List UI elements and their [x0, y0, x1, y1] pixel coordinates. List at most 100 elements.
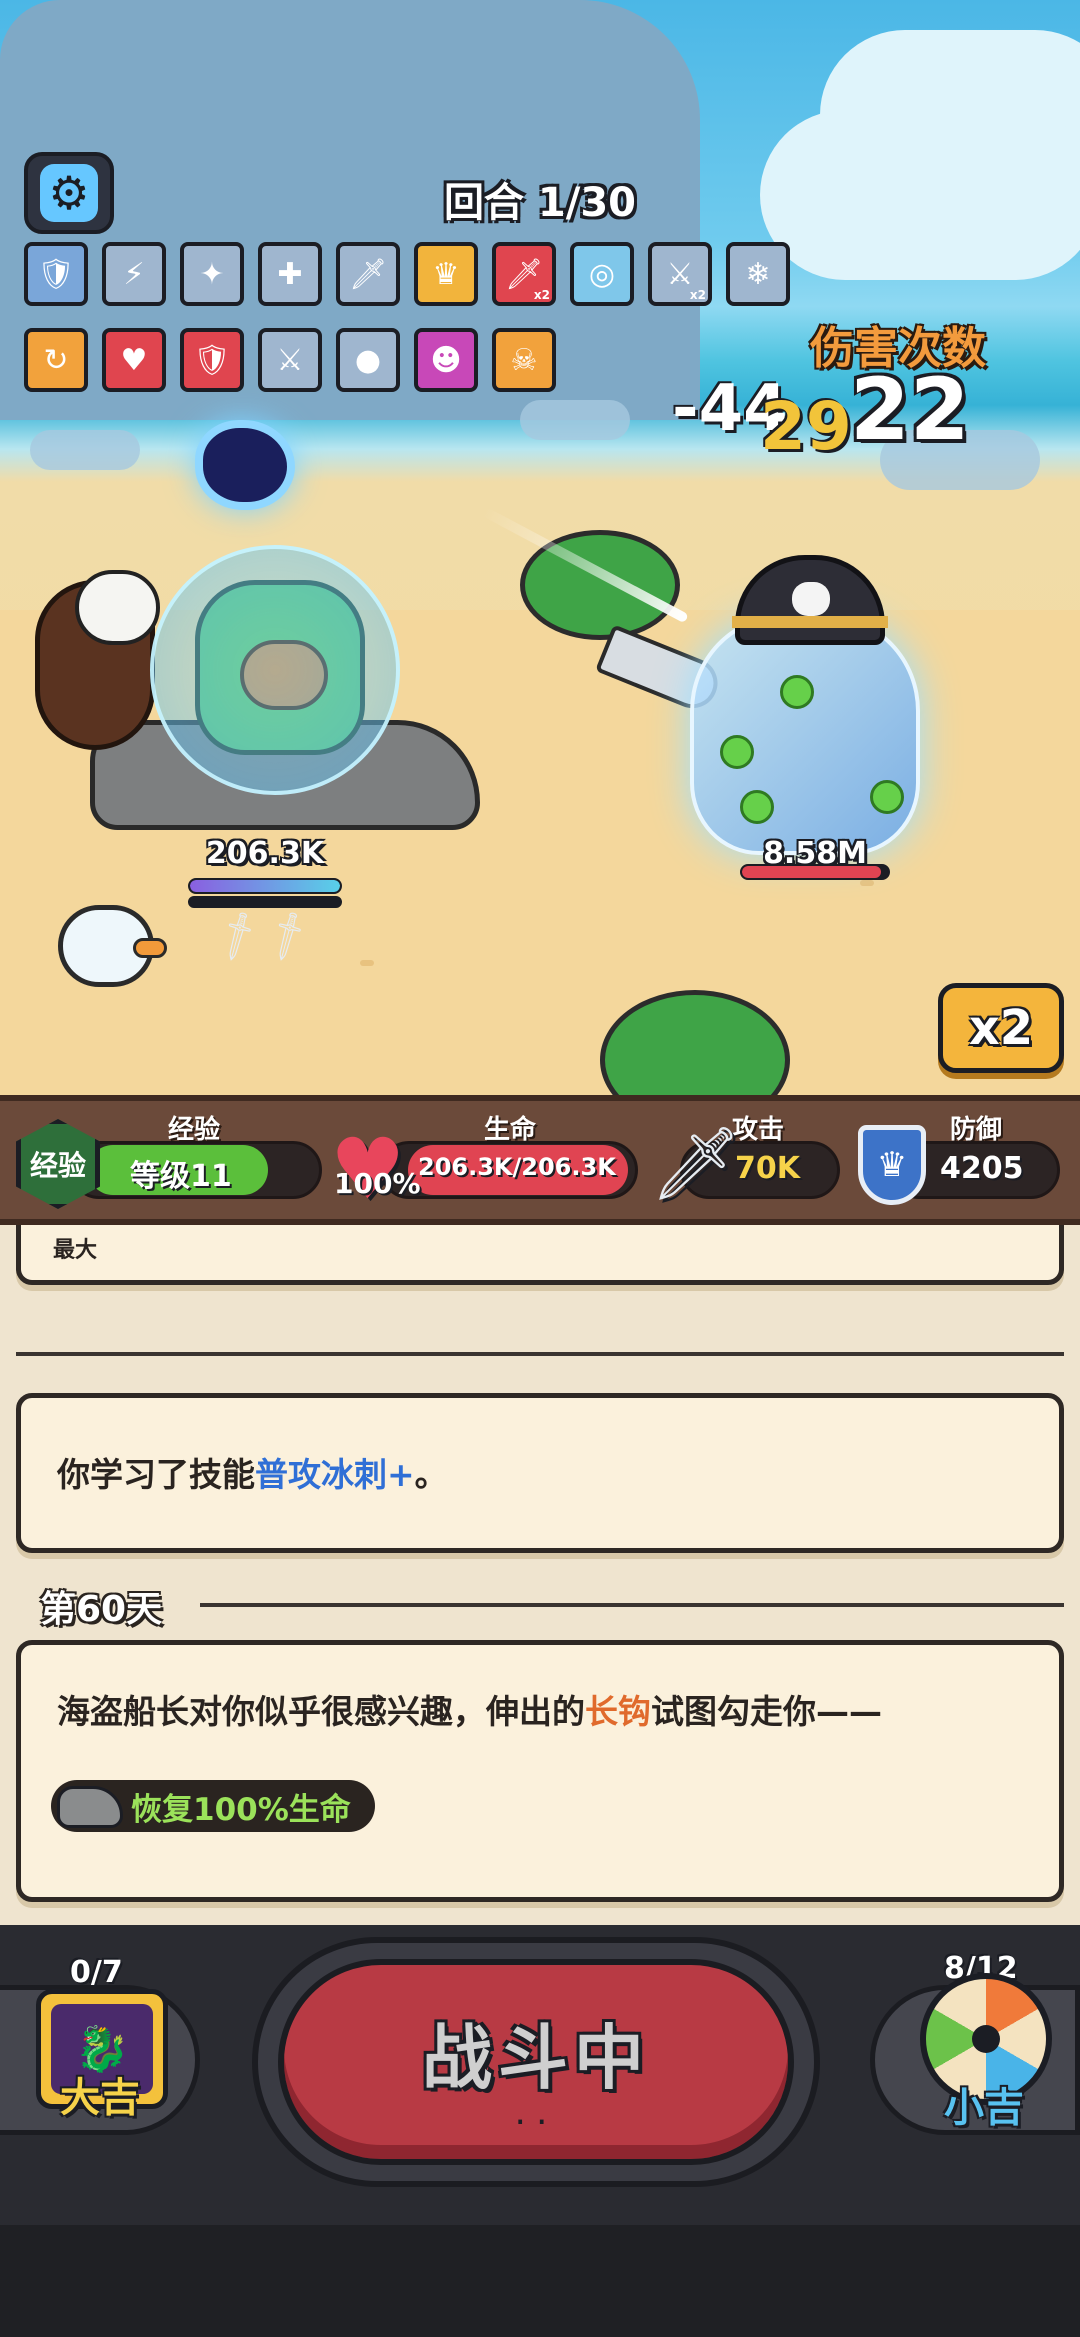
- sword-plus-icon[interactable]: ✚: [258, 242, 322, 306]
- bottom-strip: [0, 2225, 1080, 2337]
- hp-value: 206.3K/206.3K: [418, 1153, 616, 1181]
- skill-icons-row-1: 🛡 ⚡ ✦ ✚ 🗡 ♛ 🗡 x2 ◎ ⚔ x2 ❄: [24, 242, 790, 306]
- player-energy-bar: [188, 896, 342, 908]
- fight-button[interactable]: 战斗中 ..: [278, 1959, 794, 2165]
- sword-icon: 🗡: [650, 1121, 742, 1205]
- skill-glyph: ☠: [510, 342, 538, 378]
- left-luck-label: 大吉: [60, 2075, 140, 2121]
- sword-skull-icon[interactable]: ☠: [492, 328, 556, 392]
- sword-spin-icon[interactable]: ↻: [24, 328, 88, 392]
- item-highlight: 长钩: [585, 1692, 651, 1731]
- day-label: 第60天: [40, 1589, 163, 1630]
- log-entry-text: 你学习了技能普攻冰刺+。: [57, 1448, 448, 1496]
- fight-label: 战斗中: [422, 2016, 650, 2099]
- bird-beak: [133, 938, 167, 958]
- skill-glyph: ✚: [277, 256, 303, 292]
- skill-glyph: ☻: [430, 342, 462, 378]
- sword-ice-icon[interactable]: ❄: [726, 242, 790, 306]
- hat-band: [732, 616, 888, 628]
- player-hp-bar: [188, 878, 342, 894]
- skill-glyph: ✦: [199, 256, 225, 292]
- event-log[interactable]: 最大 你学习了技能普攻冰刺+。 第60天 海盗船长对你似乎很感兴趣，伸出的长钩试…: [0, 1225, 1080, 1925]
- player-hp-fill: [190, 880, 340, 892]
- pirate-captain-enemy: [670, 555, 950, 865]
- sword-x2-icon[interactable]: 🗡 x2: [492, 242, 556, 306]
- log-entry-text: 海盗船长对你似乎很感兴趣，伸出的长钩试图勾走你——: [57, 1685, 882, 1733]
- log-card-partial: 最大: [16, 1225, 1064, 1285]
- skill-glyph: ↻: [43, 342, 69, 378]
- poison-bubble: [740, 790, 774, 824]
- shield-bubble: [150, 545, 400, 795]
- skill-glyph: 🛡: [36, 256, 76, 292]
- pirate-hat: [732, 555, 888, 645]
- devil-icon[interactable]: ☻: [414, 328, 478, 392]
- level-label: 等级11: [130, 1159, 232, 1194]
- sand-detail: [860, 880, 874, 886]
- fight-dots: ..: [514, 2091, 558, 2133]
- shield-red-icon[interactable]: 🛡: [180, 328, 244, 392]
- crown-icon[interactable]: ♛: [414, 242, 478, 306]
- skill-icons-row-2: ↻ ♥ 🛡 ⚔ ● ☻ ☠: [24, 328, 556, 392]
- skill-glyph: ♛: [432, 256, 460, 292]
- skill-glyph: ♥: [120, 342, 148, 378]
- fight-button-frame: 战斗中 ..: [252, 1937, 820, 2187]
- skill-glyph: ⚡: [123, 256, 145, 292]
- skill-glyph: ⚔: [276, 342, 304, 378]
- poison-bubble: [780, 675, 814, 709]
- enemy-hp-fill: [742, 866, 881, 878]
- partial-tag: 最大: [53, 1238, 98, 1263]
- sword-circle-icon[interactable]: ◎: [570, 242, 634, 306]
- hit-count-value: 22: [850, 360, 970, 460]
- day-divider: [200, 1603, 1064, 1607]
- skill-badge: x2: [533, 288, 550, 302]
- skill-glyph: ❄: [745, 256, 771, 292]
- snowbird-pet: [58, 905, 167, 987]
- player-character: [30, 410, 480, 850]
- log-entry-suffix: 。: [414, 1455, 448, 1494]
- double-sword-x2-icon[interactable]: ⚔ x2: [648, 242, 712, 306]
- right-luck-label: 小吉: [944, 2085, 1024, 2131]
- skill-glyph: 🛡: [192, 342, 232, 378]
- background-rock: [520, 400, 630, 440]
- defense-value: 4205: [940, 1151, 1024, 1186]
- shield-up-icon[interactable]: 🛡: [24, 242, 88, 306]
- heal-tag: 恢复100%生命: [51, 1780, 375, 1832]
- log-card: 海盗船长对你似乎很感兴趣，伸出的长钩试图勾走你—— 恢复100%生命: [16, 1640, 1064, 1902]
- sand-detail: [360, 960, 374, 966]
- attack-value: 70K: [735, 1151, 800, 1186]
- left-luck-count: 0/7: [70, 1955, 123, 1990]
- double-sword-up-icon[interactable]: ⚔: [258, 328, 322, 392]
- player-hp-label: 206.3K: [205, 836, 325, 871]
- ice-block-effect: [690, 615, 920, 855]
- capybara-plus-icon[interactable]: ●: [336, 328, 400, 392]
- skull-icon: [792, 582, 830, 616]
- hp-percent: 100%: [334, 1167, 421, 1200]
- skill-glyph: 🗡: [348, 256, 388, 292]
- wheel-hub: [972, 2025, 1000, 2053]
- speed-x2-button[interactable]: x2: [938, 983, 1064, 1073]
- bottom-bar: 0/7 🐉 大吉 战斗中 .. 8/12 小吉: [0, 1925, 1080, 2337]
- crocodile-icon: [57, 1786, 123, 1828]
- log-entry-prefix: 海盗船长对你似乎很感兴趣，伸出的: [57, 1692, 585, 1731]
- shield-icon: ♛: [858, 1125, 926, 1205]
- skill-glyph: ●: [354, 342, 382, 378]
- heart-up-icon[interactable]: ♥: [102, 328, 166, 392]
- log-card: 你学习了技能普攻冰刺+。: [16, 1393, 1064, 1553]
- skill-name: 普攻冰刺+: [255, 1455, 415, 1494]
- skill-glyph: ◎: [588, 256, 616, 292]
- log-entry-suffix: 试图勾走你——: [651, 1692, 882, 1731]
- poison-bubble: [720, 735, 754, 769]
- damage-number: 29: [760, 388, 852, 465]
- heal-tag-label: 恢复100%生命: [131, 1791, 351, 1828]
- poison-bubble: [870, 780, 904, 814]
- eagle-head: [75, 570, 160, 645]
- skill-glyph: ⚔: [666, 256, 694, 292]
- skill-badge: x2: [689, 288, 706, 302]
- round-counter: 回合 1/30: [443, 180, 637, 226]
- log-entry-prefix: 你学习了技能: [57, 1455, 255, 1494]
- sword-fire-icon[interactable]: ✦: [180, 242, 244, 306]
- stats-bar: 经验 经验 等级11 生命 ♥ 100% 206.3K/206.3K 攻击 🗡 …: [0, 1095, 1080, 1225]
- sword-lightning-icon[interactable]: ⚡: [102, 242, 166, 306]
- log-divider: [16, 1352, 1064, 1356]
- sword-icon[interactable]: 🗡: [336, 242, 400, 306]
